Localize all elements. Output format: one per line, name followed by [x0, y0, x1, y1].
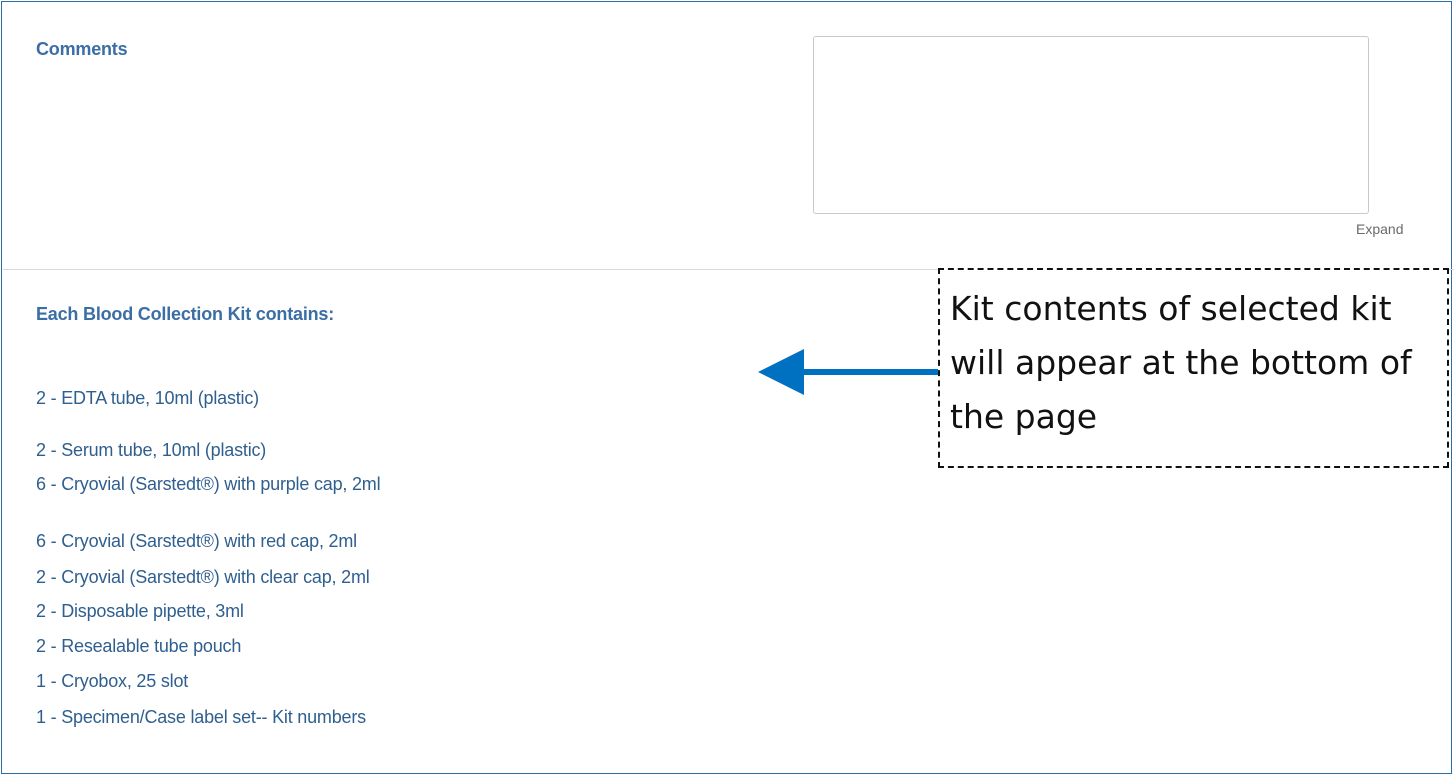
expand-link[interactable]: Expand: [1356, 221, 1403, 237]
comments-label: Comments: [36, 39, 128, 59]
kit-item: 1 - Cryobox, 25 slot: [36, 671, 189, 691]
comments-textarea[interactable]: [813, 36, 1369, 214]
kit-item: 2 - Resealable tube pouch: [36, 636, 242, 656]
kit-item: 2 - EDTA tube, 10ml (plastic): [36, 388, 259, 408]
annotation-callout: Kit contents of selected kit will appear…: [938, 268, 1449, 468]
kit-item: 2 - Serum tube, 10ml (plastic): [36, 440, 267, 460]
callout-text: Kit contents of selected kit will appear…: [950, 289, 1412, 436]
kit-item: 2 - Cryovial (Sarstedt®) with clear cap,…: [36, 567, 370, 587]
kit-item: 2 - Disposable pipette, 3ml: [36, 601, 244, 621]
kit-item: 1 - Specimen/Case label set-- Kit number…: [36, 707, 366, 727]
kit-contents-heading: Each Blood Collection Kit contains:: [36, 304, 335, 324]
kit-item: 6 - Cryovial (Sarstedt®) with purple cap…: [36, 474, 381, 494]
arrow-head: [758, 349, 804, 395]
arrow-left-icon: [758, 349, 942, 395]
kit-item: 6 - Cryovial (Sarstedt®) with red cap, 2…: [36, 531, 357, 551]
